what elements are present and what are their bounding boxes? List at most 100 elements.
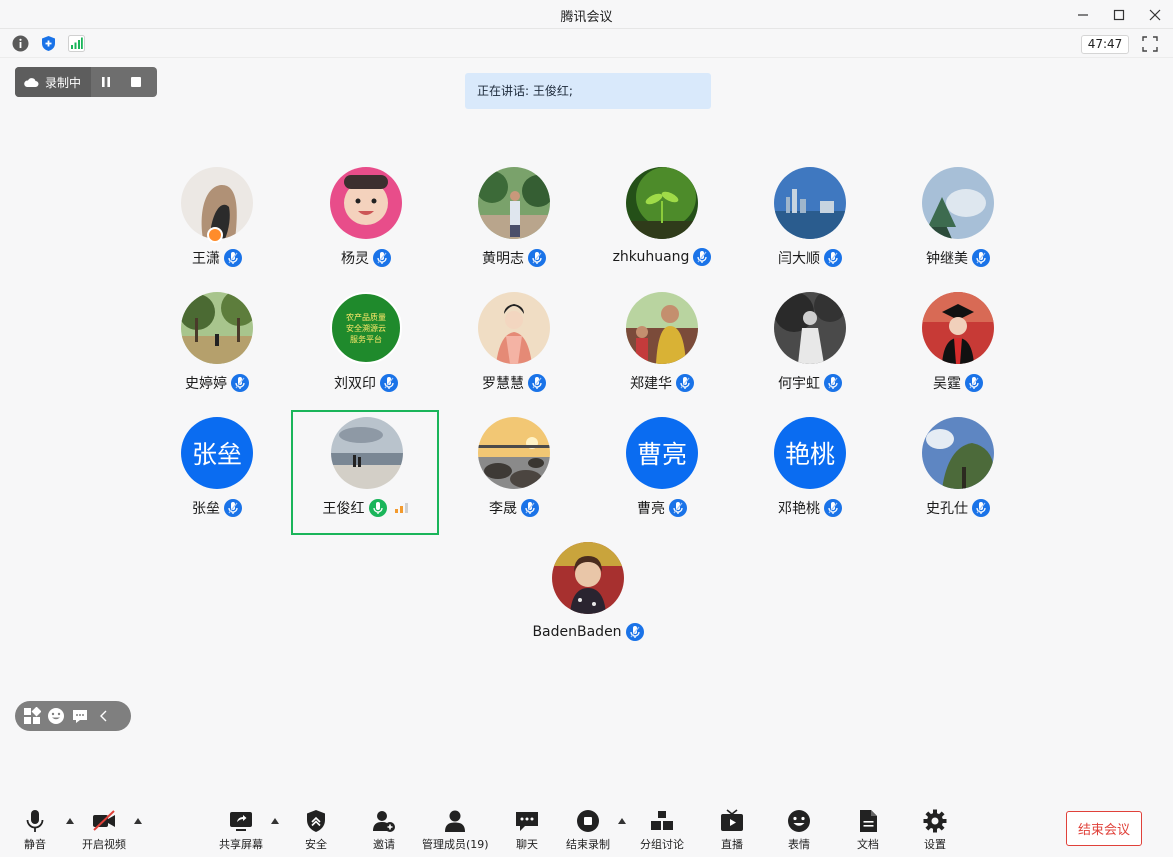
- pause-recording-button[interactable]: [91, 67, 121, 97]
- participant-name-line: 史孔仕: [884, 498, 1032, 518]
- close-button[interactable]: [1137, 0, 1173, 29]
- participant-tile[interactable]: 郑建华: [588, 287, 736, 412]
- fullscreen-button[interactable]: [1141, 35, 1159, 53]
- avatar: [626, 167, 698, 239]
- avatar: [330, 167, 402, 239]
- network-status-button[interactable]: [68, 35, 85, 52]
- reaction-smiley-icon: [788, 810, 810, 832]
- share-screen-button[interactable]: 共享屏幕: [219, 808, 263, 852]
- security-shield-icon: [307, 810, 325, 832]
- title-bar: 腾讯会议: [0, 0, 1173, 29]
- danmaku-button[interactable]: [71, 707, 89, 725]
- add-user-icon: [373, 811, 395, 832]
- cloud-icon: [24, 78, 39, 87]
- participant-name: zhkuhuang: [612, 249, 690, 265]
- mic-icon: [669, 499, 687, 517]
- minimize-button[interactable]: [1065, 0, 1101, 29]
- participant-tile[interactable]: 农产品质量 安全溯源云 服务平台 刘双印: [292, 287, 440, 412]
- mic-icon: [625, 623, 644, 641]
- stop-recording-button[interactable]: [121, 67, 151, 97]
- mic-icon: [380, 374, 398, 392]
- meeting-timer: 47:47: [1081, 35, 1129, 54]
- participant-name: 罗慧慧: [482, 376, 524, 392]
- avatar: [922, 292, 994, 364]
- layout-button[interactable]: [23, 707, 41, 725]
- security-button[interactable]: 安全: [303, 808, 329, 852]
- share-options-caret[interactable]: [271, 818, 279, 824]
- logo-text-line: 安全溯源云: [346, 323, 386, 333]
- mic-icon: [373, 249, 391, 267]
- live-stream-button[interactable]: 直播: [719, 808, 745, 852]
- start-video-button[interactable]: 开启视频: [82, 808, 126, 852]
- mute-button[interactable]: 静音: [22, 808, 48, 852]
- participant-tile[interactable]: 王俊红: [291, 410, 439, 535]
- end-meeting-button[interactable]: 结束会议: [1066, 811, 1142, 846]
- members-icon: [445, 810, 466, 832]
- participant-tile[interactable]: 曹亮 曹亮: [588, 412, 736, 537]
- pause-icon: [102, 77, 111, 87]
- participant-name-line: 王潇: [143, 248, 291, 268]
- participant-tile[interactable]: 钟继美: [884, 162, 1032, 287]
- info-icon: [12, 35, 29, 52]
- participant-tile[interactable]: 张垒 张垒: [143, 412, 291, 537]
- mute-options-caret[interactable]: [66, 818, 74, 824]
- info-button[interactable]: [12, 35, 29, 52]
- participant-name-line: 史婷婷: [143, 373, 291, 393]
- stop-record-icon: [577, 810, 599, 832]
- participant-tile[interactable]: 何宇虹: [736, 287, 884, 412]
- participant-name: 杨灵: [341, 251, 369, 267]
- avatar: [478, 417, 550, 489]
- mic-icon: [676, 374, 694, 392]
- avatar: [922, 167, 994, 239]
- collapse-button[interactable]: [95, 707, 113, 725]
- window-controls: [1065, 0, 1173, 29]
- participant-name: 钟继美: [926, 251, 968, 267]
- participant-tile[interactable]: 李晟: [440, 412, 588, 537]
- security-status-button[interactable]: [40, 35, 57, 52]
- mic-active-icon: [368, 499, 387, 517]
- video-options-caret[interactable]: [134, 818, 142, 824]
- mic-icon: [824, 374, 842, 392]
- shield-icon: [42, 36, 55, 51]
- chat-button[interactable]: 聊天: [514, 808, 540, 852]
- participant-tile[interactable]: 艳桃 邓艳桃: [736, 412, 884, 537]
- live-tv-icon: [721, 809, 743, 831]
- avatar: 艳桃: [774, 417, 846, 489]
- avatar: 曹亮: [626, 417, 698, 489]
- participant-name: 张垒: [192, 501, 220, 517]
- close-icon: [1149, 9, 1161, 20]
- breakout-rooms-button[interactable]: 分组讨论: [640, 808, 684, 852]
- avatar-letters: 曹亮: [636, 440, 687, 469]
- participant-tile[interactable]: zhkuhuang: [588, 162, 736, 287]
- invite-button[interactable]: 邀请: [371, 808, 397, 852]
- participant-tile[interactable]: 闫大顺: [736, 162, 884, 287]
- mic-icon: [824, 249, 842, 267]
- avatar: [331, 417, 403, 489]
- participant-tile[interactable]: 史婷婷: [143, 287, 291, 412]
- window-title: 腾讯会议: [560, 10, 613, 25]
- participant-tile[interactable]: 黄明志: [440, 162, 588, 287]
- documents-button[interactable]: 文档: [855, 808, 881, 852]
- reactions-button[interactable]: 表情: [786, 808, 812, 852]
- maximize-button[interactable]: [1101, 0, 1137, 29]
- participant-tile[interactable]: 吴霆: [884, 287, 1032, 412]
- record-options-caret[interactable]: [618, 818, 626, 824]
- end-recording-button[interactable]: 结束录制: [566, 808, 610, 852]
- participant-name: 闫大顺: [778, 251, 820, 267]
- document-icon: [860, 810, 877, 832]
- participant-tile[interactable]: 王潇: [143, 162, 291, 287]
- video-off-icon: [93, 810, 115, 831]
- participant-tile[interactable]: 罗慧慧: [440, 287, 588, 412]
- participant-name-line: 邓艳桃: [736, 498, 884, 518]
- participant-name-line: BadenBaden: [514, 623, 662, 641]
- participant-tile[interactable]: 杨灵: [292, 162, 440, 287]
- participant-tile[interactable]: BadenBaden: [514, 537, 662, 662]
- participant-tile[interactable]: 史孔仕: [884, 412, 1032, 537]
- mic-icon: [972, 249, 990, 267]
- emoji-button[interactable]: [47, 707, 65, 725]
- settings-button[interactable]: 设置: [922, 808, 948, 852]
- participant-name-line: 王俊红: [293, 498, 437, 518]
- avatar: [478, 167, 550, 239]
- manage-members-button[interactable]: 管理成员(19): [422, 808, 489, 852]
- mic-icon: [528, 249, 546, 267]
